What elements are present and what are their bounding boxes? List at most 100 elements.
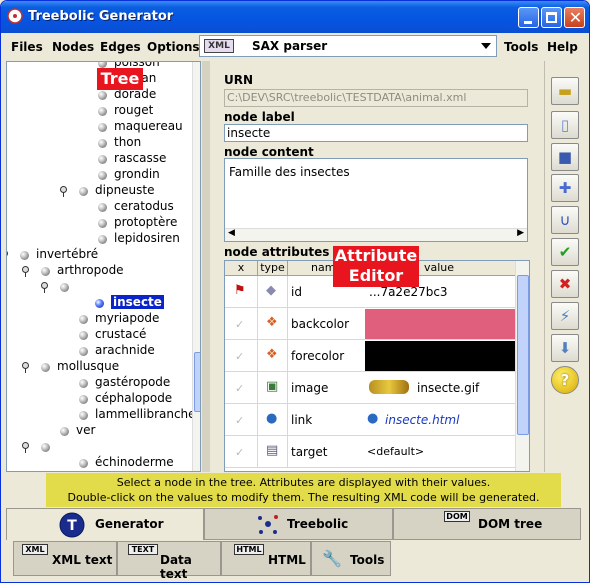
tree-node[interactable]: lepidosiren	[7, 231, 192, 247]
run-button[interactable]: ⚡	[551, 302, 579, 330]
tree-node[interactable]: invertébré	[7, 247, 192, 263]
attribute-row[interactable]: ✓ ❖ backcolor	[225, 308, 515, 340]
save-button[interactable]: ■	[551, 143, 579, 171]
attribute-name: image	[291, 381, 329, 395]
attribute-row[interactable]: ✓ ▣ image insecte.gif	[225, 372, 515, 404]
svg-text:T: T	[67, 518, 77, 534]
validate-button[interactable]: ✔	[551, 238, 579, 266]
tab-xml-text-label: XML text	[52, 553, 113, 567]
node-ball-icon	[79, 187, 88, 196]
add-node-button[interactable]: ✚	[551, 174, 579, 202]
tree-node[interactable]: ver	[7, 423, 192, 439]
tree-node[interactable]: ceratodus	[7, 199, 192, 215]
x-cell[interactable]: ⚑	[225, 276, 258, 308]
help-button[interactable]: ?	[551, 366, 579, 394]
attributes-vertical-scrollbar[interactable]	[515, 261, 529, 471]
attribute-value[interactable]	[365, 341, 515, 371]
menu-nodes[interactable]: Nodes	[52, 40, 94, 54]
tree-node[interactable]: maquereau	[7, 119, 192, 135]
attribute-value[interactable]: insecte.gif	[365, 372, 515, 403]
attributes-scroll-thumb[interactable]	[517, 275, 529, 435]
tree-node[interactable]: insecte	[7, 295, 192, 311]
expand-handle-icon[interactable]	[21, 362, 30, 373]
tree-node[interactable]: protoptère	[7, 215, 192, 231]
tab-dom-tree[interactable]: DOM DOM tree	[393, 508, 581, 540]
new-button[interactable]: ▯	[551, 111, 579, 139]
window-title: Treebolic Generator	[28, 9, 174, 24]
node-ball-icon	[79, 379, 88, 388]
menu-options[interactable]: Options	[147, 40, 200, 54]
tab-xml-text[interactable]: XML XML text	[13, 541, 117, 576]
tab-generator[interactable]: T Generator	[6, 508, 204, 540]
panel-splitter[interactable]	[202, 61, 210, 472]
x-cell[interactable]: ✓	[225, 436, 258, 468]
attribute-value[interactable]	[365, 309, 515, 339]
tree-vertical-scrollbar[interactable]	[192, 62, 200, 471]
attribute-row[interactable]: ✓ ❖ forecolor	[225, 340, 515, 372]
column-header-x[interactable]: x	[225, 261, 258, 276]
tree-node[interactable]	[7, 439, 192, 455]
attribute-row[interactable]: ✓ ● link ● insecte.html	[225, 404, 515, 436]
title-bar[interactable]: Treebolic Generator ✕	[1, 1, 589, 33]
tree-node[interactable]: mollusque	[7, 359, 192, 375]
x-cell[interactable]: ✓	[225, 340, 258, 372]
open-button[interactable]: ▬	[551, 77, 579, 105]
tree-node[interactable]: arachnide	[7, 343, 192, 359]
tree-node[interactable]: céphalopode	[7, 391, 192, 407]
menu-tools[interactable]: Tools	[504, 40, 538, 54]
expand-handle-icon[interactable]	[21, 442, 30, 453]
minimize-button[interactable]	[518, 7, 539, 28]
close-button[interactable]: ✕	[564, 7, 585, 28]
node-ball-icon	[41, 267, 50, 276]
tree-node[interactable]: arthropode	[7, 263, 192, 279]
tree-node-label: thon	[114, 135, 142, 149]
expand-handle-icon[interactable]	[7, 250, 9, 260]
attribute-value[interactable]: ● insecte.html	[365, 404, 515, 435]
node-content-textarea[interactable]: Famille des insectes ◀ ▶	[224, 158, 528, 242]
tree-node[interactable]: thon	[7, 135, 192, 151]
tree-node[interactable]	[7, 279, 192, 295]
expand-handle-icon[interactable]	[21, 266, 30, 277]
tree-node[interactable]: grondin	[7, 167, 192, 183]
node-label-input[interactable]: insecte	[224, 124, 528, 142]
maximize-button[interactable]	[541, 7, 562, 28]
tree-node[interactable]: gastéropode	[7, 375, 192, 391]
expand-handle-icon[interactable]	[40, 282, 49, 293]
node-ball-icon	[79, 331, 88, 340]
tree-panel[interactable]: poissonmerlandoraderougetmaquereauthonra…	[6, 61, 201, 472]
tree-node[interactable]: cnidaire	[7, 471, 192, 472]
attribute-name: target	[291, 445, 328, 459]
dom-badge-icon: DOM	[444, 511, 470, 522]
remove-button[interactable]: ✖	[551, 270, 579, 298]
tree-node-label: cnidaire	[95, 471, 143, 472]
tree-node[interactable]: rouget	[7, 103, 192, 119]
download-button[interactable]: ⬇	[551, 334, 579, 362]
tree-scroll-thumb[interactable]	[194, 352, 200, 412]
tree-node[interactable]: crustacé	[7, 327, 192, 343]
menu-help[interactable]: Help	[547, 40, 578, 54]
tree-node[interactable]: échinoderme	[7, 455, 192, 471]
tree-node[interactable]: dipneuste	[7, 183, 192, 199]
tab-data-text[interactable]: TEXT Data text	[117, 541, 221, 581]
parser-dropdown[interactable]: XML SAX parser	[199, 35, 497, 57]
attribute-value[interactable]: <default>	[365, 436, 515, 467]
menu-files[interactable]: Files	[11, 40, 43, 54]
menu-edges[interactable]: Edges	[100, 40, 141, 54]
content-horizontal-scrollbar[interactable]: ◀ ▶	[225, 228, 527, 241]
link-button[interactable]: ∪	[551, 206, 579, 234]
x-cell[interactable]: ✓	[225, 308, 258, 340]
tree-node-label: mollusque	[57, 359, 120, 373]
column-header-type[interactable]: type	[258, 261, 288, 276]
check-icon: ✓	[235, 414, 245, 427]
tab-tools[interactable]: 🔧 Tools	[311, 541, 391, 576]
tree-node[interactable]: lammellibranche	[7, 407, 196, 423]
tab-treebolic[interactable]: Treebolic	[204, 508, 393, 540]
attribute-row[interactable]: ✓ ▤ target <default>	[225, 436, 515, 468]
tab-html[interactable]: HTML HTML	[221, 541, 311, 576]
x-cell[interactable]: ✓	[225, 404, 258, 436]
tree-node[interactable]: rascasse	[7, 151, 192, 167]
x-cell[interactable]: ✓	[225, 372, 258, 404]
tree-node[interactable]: myriapode	[7, 311, 192, 327]
expand-handle-icon[interactable]	[59, 186, 68, 197]
attributes-table[interactable]: x type nam value ⚑ ◆ id ...7a2e27bc3 ✓ ❖ backc…	[224, 260, 530, 472]
